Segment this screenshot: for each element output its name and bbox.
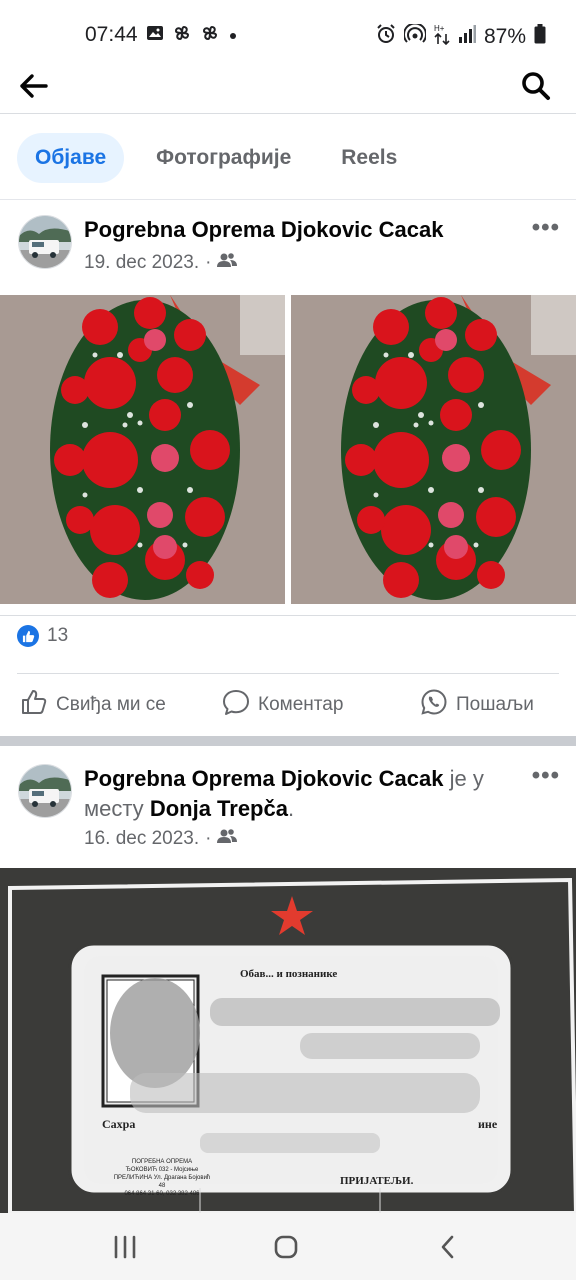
pinwheel-icon xyxy=(172,23,192,47)
share-label: Пошаљи xyxy=(456,694,534,715)
divider xyxy=(17,673,559,674)
post-author[interactable]: Pogrebna Oprema Djokovic Cacak xyxy=(84,766,443,791)
home-icon[interactable] xyxy=(266,1227,306,1267)
system-nav-bar xyxy=(0,1213,576,1280)
more-options-button[interactable]: ••• xyxy=(532,214,560,242)
pinwheel-icon xyxy=(200,23,220,47)
chevron-left-icon[interactable] xyxy=(428,1227,468,1267)
comment-button[interactable]: Коментар xyxy=(222,680,343,730)
post-header: Pogrebna Oprema Djokovic Cacak је у мест… xyxy=(0,746,576,868)
alarm-icon xyxy=(376,24,396,50)
post-photo[interactable] xyxy=(291,295,576,604)
post-author-line: Pogrebna Oprema Djokovic Cacak је у мест… xyxy=(84,764,524,824)
avatar[interactable] xyxy=(18,215,72,269)
location-period: . xyxy=(287,796,295,821)
stamp-line: ПОГРЕБНА ОПРЕМА xyxy=(131,1159,193,1165)
stamp-line: ПРЕЛИЋИНА Ул. Драгана Бојовић 48 xyxy=(113,1175,211,1189)
image-icon xyxy=(146,25,164,45)
like-reaction-icon xyxy=(17,625,39,647)
tab-reels[interactable]: Reels xyxy=(323,133,415,183)
comment-label: Коментар xyxy=(258,694,344,715)
friends-icon xyxy=(217,828,238,850)
post-meta: 16. dec 2023. · xyxy=(84,828,238,850)
feed-separator xyxy=(0,736,576,746)
post-meta: 19. dec 2023. · xyxy=(84,252,238,274)
thumbs-up-icon xyxy=(20,688,48,722)
battery-percent: 87% xyxy=(483,25,526,48)
share-button[interactable]: Пошаљи xyxy=(420,680,534,730)
notice-burial-text: Сахра xyxy=(102,1117,136,1131)
notice-right-text: ине xyxy=(478,1117,498,1131)
arrow-left-icon[interactable] xyxy=(16,68,52,104)
search-icon[interactable] xyxy=(518,68,554,104)
post-date[interactable]: 19. dec 2023. xyxy=(84,252,199,274)
dot-icon xyxy=(228,26,238,45)
meta-separator: · xyxy=(205,252,212,273)
notice-friends-text: ПРИЈАТЕЉИ. xyxy=(340,1175,414,1187)
reactions-summary[interactable]: 13 xyxy=(17,625,68,647)
like-label: Свиђа ми се xyxy=(56,694,166,715)
more-options-button[interactable]: ••• xyxy=(532,762,560,790)
post-photo[interactable] xyxy=(0,295,285,604)
status-bar: 07:44 H+ 87% xyxy=(0,0,576,70)
notice-header-text: Обав... и познанике xyxy=(240,968,338,980)
signal-icon xyxy=(458,25,476,49)
post-location[interactable]: Donja Trepča xyxy=(150,796,288,821)
battery-icon xyxy=(534,24,546,50)
post-date[interactable]: 16. dec 2023. xyxy=(84,828,199,850)
reaction-count: 13 xyxy=(47,625,69,646)
post-header: Pogrebna Oprema Djokovic Cacak 19. dec 2… xyxy=(0,200,576,295)
post-photo[interactable]: Обав... и познанике Сахра ине ПРИЈАТЕЉИ.… xyxy=(0,868,576,1213)
tab-posts[interactable]: Објаве xyxy=(17,132,125,183)
meta-separator: · xyxy=(205,828,212,849)
tab-photos[interactable]: Фотографије xyxy=(138,133,309,183)
recents-icon[interactable] xyxy=(105,1227,145,1267)
profile-tabs: Објаве Фотографије Reels xyxy=(0,116,576,200)
hotspot-icon xyxy=(402,22,427,50)
data-arrows-icon: H+ xyxy=(434,23,450,51)
avatar[interactable] xyxy=(18,764,72,818)
svg-text:H+: H+ xyxy=(434,24,445,33)
whatsapp-icon xyxy=(420,688,448,722)
comment-icon xyxy=(222,688,250,722)
stamp-line: ЂОКОВИЋ 032 - Мојсиње xyxy=(125,1167,199,1173)
like-button[interactable]: Свиђа ми се xyxy=(20,680,166,730)
stamp-line: 064 864 31 60, 032 382 486 xyxy=(124,1191,200,1197)
app-header xyxy=(0,62,576,114)
status-time: 07:44 xyxy=(85,23,138,46)
post-author[interactable]: Pogrebna Oprema Djokovic Cacak xyxy=(84,217,443,243)
post-actions: Свиђа ми се Коментар Пошаљи xyxy=(0,680,576,730)
friends-icon xyxy=(217,252,238,274)
divider xyxy=(0,615,576,616)
funeral-stamp: ПОГРЕБНА ОПРЕМА ЂОКОВИЋ 032 - Мојсиње ПР… xyxy=(112,1158,212,1198)
